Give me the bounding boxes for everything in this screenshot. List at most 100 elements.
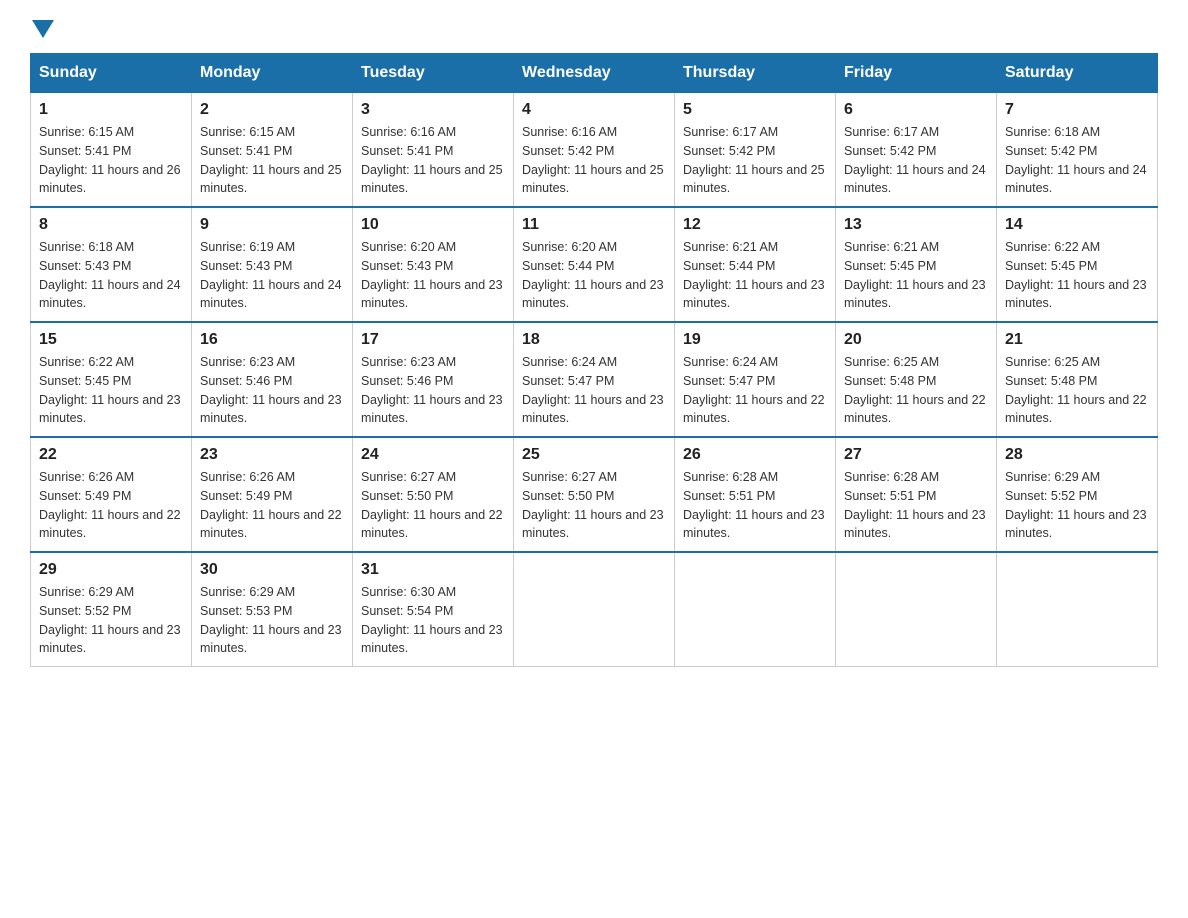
calendar-cell: 16 Sunrise: 6:23 AMSunset: 5:46 PMDaylig… — [192, 322, 353, 437]
day-number: 16 — [200, 331, 344, 349]
calendar-cell: 4 Sunrise: 6:16 AMSunset: 5:42 PMDayligh… — [514, 93, 675, 208]
calendar-cell: 26 Sunrise: 6:28 AMSunset: 5:51 PMDaylig… — [675, 437, 836, 552]
calendar-header-monday: Monday — [192, 54, 353, 93]
logo — [30, 20, 54, 43]
day-number: 15 — [39, 331, 183, 349]
calendar-cell: 29 Sunrise: 6:29 AMSunset: 5:52 PMDaylig… — [31, 552, 192, 667]
day-number: 17 — [361, 331, 505, 349]
day-info: Sunrise: 6:25 AMSunset: 5:48 PMDaylight:… — [844, 353, 988, 428]
day-info: Sunrise: 6:24 AMSunset: 5:47 PMDaylight:… — [683, 353, 827, 428]
day-info: Sunrise: 6:28 AMSunset: 5:51 PMDaylight:… — [844, 468, 988, 543]
calendar-header-wednesday: Wednesday — [514, 54, 675, 93]
calendar-header-tuesday: Tuesday — [353, 54, 514, 93]
calendar-header-friday: Friday — [836, 54, 997, 93]
calendar-cell — [997, 552, 1158, 667]
day-number: 30 — [200, 561, 344, 579]
calendar-cell — [675, 552, 836, 667]
day-info: Sunrise: 6:16 AMSunset: 5:41 PMDaylight:… — [361, 123, 505, 198]
calendar-cell: 23 Sunrise: 6:26 AMSunset: 5:49 PMDaylig… — [192, 437, 353, 552]
day-info: Sunrise: 6:28 AMSunset: 5:51 PMDaylight:… — [683, 468, 827, 543]
day-number: 1 — [39, 101, 183, 119]
calendar-cell: 21 Sunrise: 6:25 AMSunset: 5:48 PMDaylig… — [997, 322, 1158, 437]
calendar-header-thursday: Thursday — [675, 54, 836, 93]
day-info: Sunrise: 6:30 AMSunset: 5:54 PMDaylight:… — [361, 583, 505, 658]
day-info: Sunrise: 6:21 AMSunset: 5:45 PMDaylight:… — [844, 238, 988, 313]
day-number: 13 — [844, 216, 988, 234]
calendar-cell — [514, 552, 675, 667]
calendar-header-sunday: Sunday — [31, 54, 192, 93]
calendar-week-row: 15 Sunrise: 6:22 AMSunset: 5:45 PMDaylig… — [31, 322, 1158, 437]
calendar-week-row: 8 Sunrise: 6:18 AMSunset: 5:43 PMDayligh… — [31, 207, 1158, 322]
day-number: 4 — [522, 101, 666, 119]
day-number: 23 — [200, 446, 344, 464]
calendar-cell: 9 Sunrise: 6:19 AMSunset: 5:43 PMDayligh… — [192, 207, 353, 322]
page-header — [30, 20, 1158, 43]
calendar-cell — [836, 552, 997, 667]
day-number: 11 — [522, 216, 666, 234]
logo-triangle-icon — [32, 20, 54, 38]
day-info: Sunrise: 6:18 AMSunset: 5:43 PMDaylight:… — [39, 238, 183, 313]
calendar-week-row: 22 Sunrise: 6:26 AMSunset: 5:49 PMDaylig… — [31, 437, 1158, 552]
day-info: Sunrise: 6:26 AMSunset: 5:49 PMDaylight:… — [200, 468, 344, 543]
calendar-cell: 27 Sunrise: 6:28 AMSunset: 5:51 PMDaylig… — [836, 437, 997, 552]
day-info: Sunrise: 6:16 AMSunset: 5:42 PMDaylight:… — [522, 123, 666, 198]
calendar-cell: 2 Sunrise: 6:15 AMSunset: 5:41 PMDayligh… — [192, 93, 353, 208]
day-info: Sunrise: 6:17 AMSunset: 5:42 PMDaylight:… — [844, 123, 988, 198]
day-info: Sunrise: 6:20 AMSunset: 5:44 PMDaylight:… — [522, 238, 666, 313]
day-info: Sunrise: 6:29 AMSunset: 5:53 PMDaylight:… — [200, 583, 344, 658]
day-info: Sunrise: 6:15 AMSunset: 5:41 PMDaylight:… — [39, 123, 183, 198]
day-number: 2 — [200, 101, 344, 119]
calendar-week-row: 29 Sunrise: 6:29 AMSunset: 5:52 PMDaylig… — [31, 552, 1158, 667]
day-number: 19 — [683, 331, 827, 349]
calendar-cell: 7 Sunrise: 6:18 AMSunset: 5:42 PMDayligh… — [997, 93, 1158, 208]
day-info: Sunrise: 6:27 AMSunset: 5:50 PMDaylight:… — [361, 468, 505, 543]
calendar-cell: 13 Sunrise: 6:21 AMSunset: 5:45 PMDaylig… — [836, 207, 997, 322]
day-number: 27 — [844, 446, 988, 464]
calendar-cell: 12 Sunrise: 6:21 AMSunset: 5:44 PMDaylig… — [675, 207, 836, 322]
calendar-cell: 28 Sunrise: 6:29 AMSunset: 5:52 PMDaylig… — [997, 437, 1158, 552]
calendar-cell: 17 Sunrise: 6:23 AMSunset: 5:46 PMDaylig… — [353, 322, 514, 437]
calendar-cell: 5 Sunrise: 6:17 AMSunset: 5:42 PMDayligh… — [675, 93, 836, 208]
calendar-cell: 20 Sunrise: 6:25 AMSunset: 5:48 PMDaylig… — [836, 322, 997, 437]
day-info: Sunrise: 6:29 AMSunset: 5:52 PMDaylight:… — [39, 583, 183, 658]
day-number: 29 — [39, 561, 183, 579]
day-info: Sunrise: 6:15 AMSunset: 5:41 PMDaylight:… — [200, 123, 344, 198]
calendar-cell: 30 Sunrise: 6:29 AMSunset: 5:53 PMDaylig… — [192, 552, 353, 667]
calendar-table: SundayMondayTuesdayWednesdayThursdayFrid… — [30, 53, 1158, 667]
calendar-cell: 10 Sunrise: 6:20 AMSunset: 5:43 PMDaylig… — [353, 207, 514, 322]
day-number: 18 — [522, 331, 666, 349]
calendar-cell: 11 Sunrise: 6:20 AMSunset: 5:44 PMDaylig… — [514, 207, 675, 322]
calendar-cell: 6 Sunrise: 6:17 AMSunset: 5:42 PMDayligh… — [836, 93, 997, 208]
day-number: 21 — [1005, 331, 1149, 349]
calendar-cell: 19 Sunrise: 6:24 AMSunset: 5:47 PMDaylig… — [675, 322, 836, 437]
day-number: 20 — [844, 331, 988, 349]
day-info: Sunrise: 6:29 AMSunset: 5:52 PMDaylight:… — [1005, 468, 1149, 543]
calendar-cell: 24 Sunrise: 6:27 AMSunset: 5:50 PMDaylig… — [353, 437, 514, 552]
day-number: 14 — [1005, 216, 1149, 234]
calendar-cell: 3 Sunrise: 6:16 AMSunset: 5:41 PMDayligh… — [353, 93, 514, 208]
day-number: 5 — [683, 101, 827, 119]
calendar-cell: 8 Sunrise: 6:18 AMSunset: 5:43 PMDayligh… — [31, 207, 192, 322]
day-number: 10 — [361, 216, 505, 234]
calendar-cell: 22 Sunrise: 6:26 AMSunset: 5:49 PMDaylig… — [31, 437, 192, 552]
day-number: 28 — [1005, 446, 1149, 464]
day-info: Sunrise: 6:27 AMSunset: 5:50 PMDaylight:… — [522, 468, 666, 543]
calendar-cell: 15 Sunrise: 6:22 AMSunset: 5:45 PMDaylig… — [31, 322, 192, 437]
day-info: Sunrise: 6:22 AMSunset: 5:45 PMDaylight:… — [1005, 238, 1149, 313]
day-number: 9 — [200, 216, 344, 234]
day-number: 24 — [361, 446, 505, 464]
day-info: Sunrise: 6:22 AMSunset: 5:45 PMDaylight:… — [39, 353, 183, 428]
calendar-cell: 31 Sunrise: 6:30 AMSunset: 5:54 PMDaylig… — [353, 552, 514, 667]
day-info: Sunrise: 6:25 AMSunset: 5:48 PMDaylight:… — [1005, 353, 1149, 428]
calendar-header-row: SundayMondayTuesdayWednesdayThursdayFrid… — [31, 54, 1158, 93]
day-info: Sunrise: 6:21 AMSunset: 5:44 PMDaylight:… — [683, 238, 827, 313]
day-number: 22 — [39, 446, 183, 464]
calendar-week-row: 1 Sunrise: 6:15 AMSunset: 5:41 PMDayligh… — [31, 93, 1158, 208]
day-number: 26 — [683, 446, 827, 464]
calendar-cell: 14 Sunrise: 6:22 AMSunset: 5:45 PMDaylig… — [997, 207, 1158, 322]
day-info: Sunrise: 6:26 AMSunset: 5:49 PMDaylight:… — [39, 468, 183, 543]
day-number: 3 — [361, 101, 505, 119]
day-number: 25 — [522, 446, 666, 464]
day-info: Sunrise: 6:23 AMSunset: 5:46 PMDaylight:… — [200, 353, 344, 428]
day-number: 6 — [844, 101, 988, 119]
